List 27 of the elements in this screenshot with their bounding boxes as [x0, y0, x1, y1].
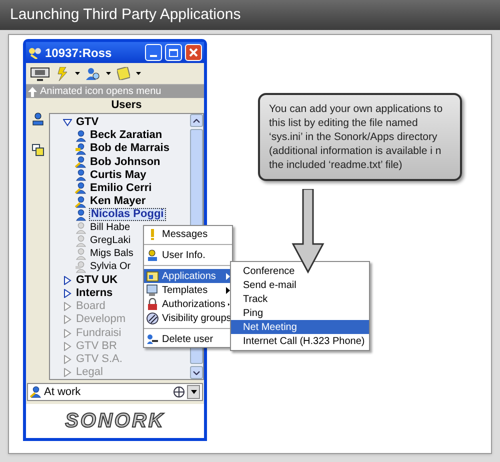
group-name: Board	[76, 301, 106, 312]
group-name: Fundraisi	[76, 328, 122, 339]
group-name: GTV UK	[76, 274, 118, 286]
group-name: GTV S.A.	[76, 354, 122, 365]
contact-name: Bill Habe	[89, 222, 132, 233]
contact-name: Ken Mayer	[89, 196, 147, 208]
callout-text: You can add your own applications to this list by editing the file named ‘sys.ini’ in the Sonork/Apps directory (additional information is available i n the included ‘readme.txt’ file)	[269, 102, 444, 172]
users-header: Users	[110, 98, 143, 113]
contact-name: Beck Zaratian	[89, 130, 164, 142]
window-title: 10937:Ross	[45, 44, 113, 62]
page-title: Launching Third Party Applications	[10, 4, 241, 25]
group-name: GTV	[76, 117, 99, 128]
contact-name: Sylvia Or	[89, 262, 132, 272]
contact-name: Nicolas Poggi	[89, 208, 166, 222]
contact-name: Emilio Cerri	[89, 182, 153, 194]
contact-name: Curtis May	[89, 170, 148, 181]
contact-name: Bob Johnson	[89, 156, 162, 168]
group-name: Legal	[76, 367, 103, 378]
group-name: Developm	[76, 314, 126, 326]
group-name: GTV BR	[76, 340, 117, 352]
group-name: Interns	[76, 288, 113, 300]
hint-text: Animated icon opens menu	[40, 86, 162, 96]
sonork-logo: SONORK	[65, 409, 165, 434]
contact-name: GregLaki	[89, 236, 132, 246]
contact-name: Bob de Marrais	[89, 143, 170, 154]
contact-name: Migs Bals	[89, 249, 134, 260]
status-text: At work	[44, 384, 82, 400]
